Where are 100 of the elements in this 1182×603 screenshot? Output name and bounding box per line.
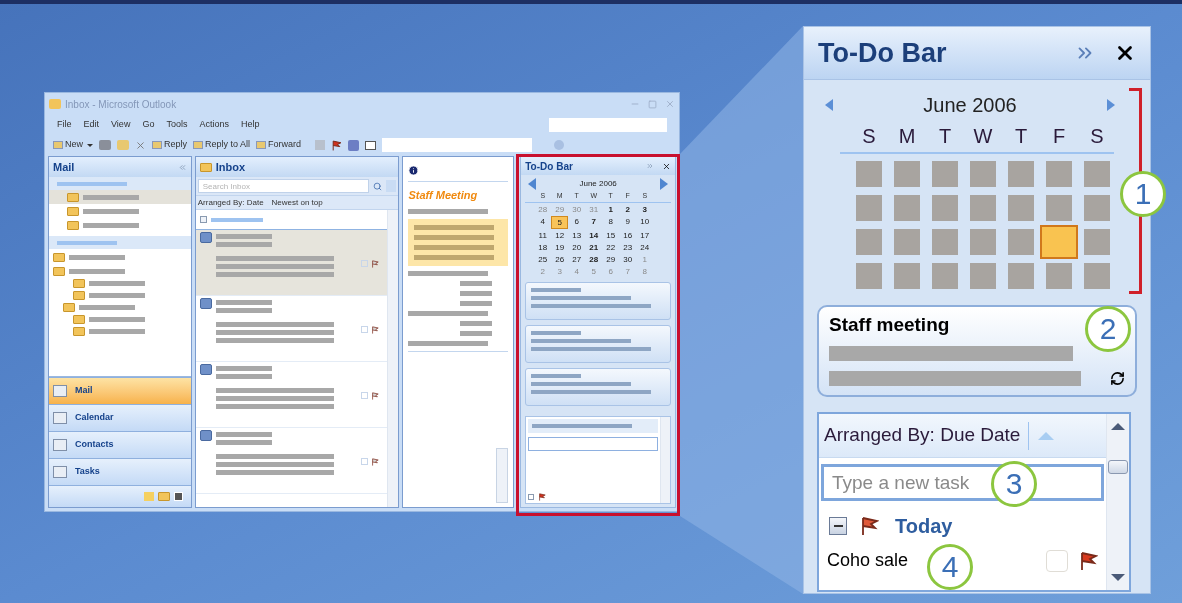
appointment-card[interactable] (525, 281, 671, 320)
toolbar-button[interactable]: New (53, 138, 93, 152)
calendar-day[interactable]: 30 (619, 253, 637, 265)
toolbar-button[interactable]: Forward (256, 138, 302, 152)
calendar-day-block[interactable] (1046, 195, 1072, 221)
section-header[interactable] (49, 177, 191, 190)
calendar-day[interactable]: 10 (636, 215, 654, 229)
message-item[interactable] (195, 230, 388, 296)
search-icon[interactable] (373, 181, 383, 191)
calendar-day-block[interactable] (856, 195, 882, 221)
categorize-icon[interactable] (315, 140, 326, 150)
calendar-day[interactable]: 19 (551, 241, 569, 253)
calendar-day[interactable]: 1 (602, 203, 620, 215)
nav-button[interactable]: Contacts (49, 431, 191, 458)
calendar-day[interactable]: 12 (551, 229, 569, 241)
calendar-day[interactable]: 6 (568, 215, 586, 229)
notes-icon[interactable] (143, 492, 154, 501)
previous-month-icon[interactable] (527, 177, 538, 191)
calendar-day-block[interactable] (894, 195, 920, 221)
envelope-icon[interactable] (117, 140, 129, 150)
collapse-icon[interactable] (829, 517, 847, 535)
calendar-day[interactable]: 2 (619, 203, 637, 215)
calendar-day[interactable]: 3 (636, 203, 654, 215)
calendar-day-block[interactable] (856, 263, 882, 289)
checkbox-icon[interactable] (361, 326, 369, 333)
calendar-day[interactable]: 8 (602, 215, 620, 229)
calendar-day[interactable]: 17 (636, 229, 654, 241)
menu-item[interactable]: Tools (166, 118, 188, 132)
menu-item[interactable]: View (111, 118, 131, 132)
close-icon[interactable] (662, 161, 671, 171)
calendar-day-block[interactable] (856, 161, 882, 187)
calendar-day-block[interactable] (894, 229, 920, 255)
next-month-icon[interactable] (1106, 98, 1116, 112)
menu-item[interactable]: Edit (83, 118, 100, 132)
calendar-day[interactable]: 9 (619, 215, 637, 229)
calendar-day[interactable]: 15 (602, 229, 620, 241)
calendar-day-block[interactable] (1084, 161, 1110, 187)
delete-icon[interactable] (135, 139, 146, 151)
sort-ascending-icon[interactable] (1037, 430, 1056, 441)
toolbar-button[interactable]: Reply to All (193, 138, 251, 152)
calendar-day[interactable]: 23 (619, 241, 637, 253)
calendar-day[interactable]: 5 (551, 215, 569, 229)
task-name[interactable]: Coho sale (827, 547, 909, 574)
sort-order-header[interactable]: Newest on top (271, 196, 323, 209)
calendar-day[interactable]: 16 (619, 229, 637, 241)
message-item[interactable] (195, 428, 388, 494)
arranged-by-header[interactable]: Arranged By: Date (197, 196, 264, 209)
task-checkbox[interactable] (1046, 549, 1068, 572)
calendar-day[interactable]: 7 (585, 215, 603, 229)
menu-item[interactable]: Actions (199, 118, 229, 132)
scroll-up-icon[interactable] (1110, 422, 1126, 431)
calendar-day-block[interactable] (856, 229, 882, 255)
next-month-icon[interactable] (659, 177, 669, 191)
calendar-day[interactable]: 20 (568, 241, 586, 253)
calendar-day[interactable]: 28 (585, 253, 603, 265)
message-item[interactable] (195, 296, 388, 362)
calendar-day[interactable]: 13 (568, 229, 586, 241)
appointment-card[interactable] (525, 367, 671, 406)
calendar-day-block[interactable] (1084, 263, 1110, 289)
scrollbar-thumb[interactable] (1108, 460, 1128, 474)
calendar-day-block[interactable] (970, 195, 996, 221)
menu-item[interactable]: Help (240, 118, 260, 132)
calendar-day-block[interactable] (932, 263, 958, 289)
nav-button[interactable]: Mail (49, 377, 191, 404)
calendar-day-block[interactable] (1046, 161, 1072, 187)
calendar-day-block[interactable] (970, 263, 996, 289)
calendar-day[interactable]: 4 (534, 215, 552, 229)
task-list-header[interactable] (528, 418, 658, 433)
calendar-day[interactable]: 24 (636, 241, 654, 253)
calendar-day[interactable]: 14 (585, 229, 603, 241)
new-task-field[interactable] (528, 436, 658, 451)
folder-row[interactable] (49, 190, 191, 204)
calendar-day-block[interactable] (1008, 229, 1034, 255)
checkbox-icon[interactable] (361, 392, 369, 399)
calendar-day-block[interactable] (1046, 263, 1072, 289)
calendar-day[interactable]: 22 (602, 241, 620, 253)
calendar-day[interactable]: 11 (534, 229, 552, 241)
calendar-day-block[interactable] (932, 195, 958, 221)
calendar-day-block[interactable] (1084, 195, 1110, 221)
calendar-day[interactable]: 26 (551, 253, 569, 265)
calendar-day-block[interactable] (932, 229, 958, 255)
scrollbar[interactable] (387, 210, 399, 507)
calendar-day[interactable]: 18 (534, 241, 552, 253)
appointment-card[interactable] (525, 324, 671, 363)
maximize-icon[interactable] (648, 99, 657, 109)
calendar-day-block[interactable] (1008, 263, 1034, 289)
search-field[interactable]: Search Inbox (197, 179, 370, 193)
message-item[interactable] (195, 362, 388, 428)
calendar-day-block[interactable] (1008, 161, 1034, 187)
help-icon[interactable] (554, 140, 565, 150)
nav-button[interactable]: Calendar (49, 404, 191, 431)
previous-month-icon[interactable] (824, 98, 834, 112)
scrollbar[interactable] (660, 416, 670, 503)
scrollbar[interactable] (496, 448, 509, 503)
calendar-day[interactable]: 29 (602, 253, 620, 265)
calendar-day-block[interactable] (894, 161, 920, 187)
calendar-day-block[interactable] (970, 161, 996, 187)
checkbox-icon[interactable] (361, 458, 369, 465)
calendar-day-block[interactable] (1040, 225, 1078, 259)
menu-item[interactable]: Go (142, 118, 155, 132)
